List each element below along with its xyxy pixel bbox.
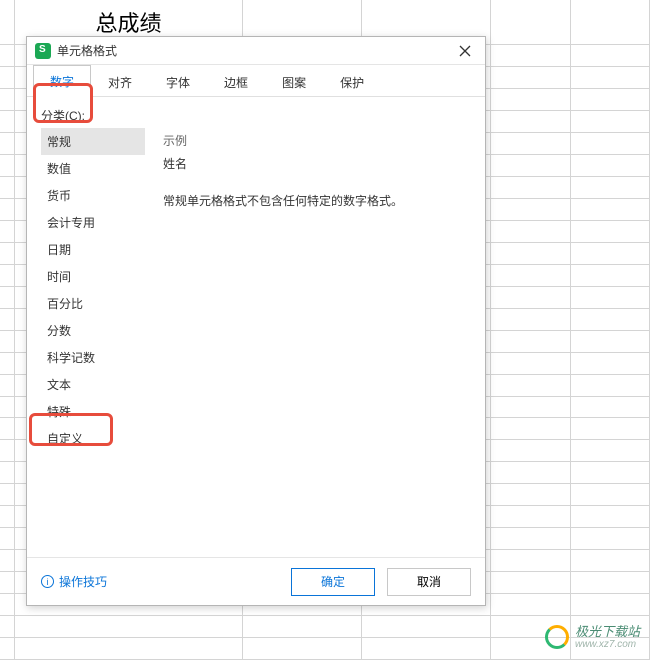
category-item-currency[interactable]: 货币 xyxy=(41,182,145,209)
cancel-button[interactable]: 取消 xyxy=(387,568,471,596)
tab-protect[interactable]: 保护 xyxy=(323,66,381,96)
tab-font[interactable]: 字体 xyxy=(149,66,207,96)
watermark: 极光下载站 www.xz7.com xyxy=(545,625,640,650)
preview-pane: 示例 姓名 常规单元格格式不包含任何特定的数字格式。 xyxy=(163,128,471,547)
format-description: 常规单元格格式不包含任何特定的数字格式。 xyxy=(163,192,471,209)
dialog-tabs: 数字 对齐 字体 边框 图案 保护 xyxy=(27,65,485,97)
category-item-special[interactable]: 特殊 xyxy=(41,398,145,425)
tips-link[interactable]: i 操作技巧 xyxy=(41,573,107,590)
sample-label: 示例 xyxy=(163,132,471,149)
category-item-percent[interactable]: 百分比 xyxy=(41,290,145,317)
watermark-logo-icon xyxy=(545,625,569,649)
sample-value: 姓名 xyxy=(163,155,471,172)
tab-border[interactable]: 边框 xyxy=(207,66,265,96)
category-item-general[interactable]: 常规 xyxy=(41,128,145,155)
category-item-scientific[interactable]: 科学记数 xyxy=(41,344,145,371)
tab-align[interactable]: 对齐 xyxy=(91,66,149,96)
tab-pattern[interactable]: 图案 xyxy=(265,66,323,96)
dialog-titlebar: 单元格格式 xyxy=(27,37,485,65)
ok-button[interactable]: 确定 xyxy=(291,568,375,596)
watermark-name: 极光下载站 xyxy=(575,625,640,639)
category-item-time[interactable]: 时间 xyxy=(41,263,145,290)
dialog-title: 单元格格式 xyxy=(57,42,453,59)
category-item-text[interactable]: 文本 xyxy=(41,371,145,398)
dialog-body: 分类(C): 常规 数值 货币 会计专用 日期 时间 百分比 分数 科学记数 文… xyxy=(27,97,485,557)
category-item-custom[interactable]: 自定义 xyxy=(41,425,145,452)
tab-number[interactable]: 数字 xyxy=(33,65,91,97)
dialog-footer: i 操作技巧 确定 取消 xyxy=(27,557,485,605)
info-icon: i xyxy=(41,575,54,588)
category-item-fraction[interactable]: 分数 xyxy=(41,317,145,344)
category-item-accounting[interactable]: 会计专用 xyxy=(41,209,145,236)
category-item-date[interactable]: 日期 xyxy=(41,236,145,263)
close-icon xyxy=(459,45,471,57)
category-item-number[interactable]: 数值 xyxy=(41,155,145,182)
watermark-url: www.xz7.com xyxy=(575,639,640,650)
cell-format-dialog: 单元格格式 数字 对齐 字体 边框 图案 保护 分类(C): 常规 数值 货币 … xyxy=(26,36,486,606)
app-icon xyxy=(35,43,51,59)
category-label: 分类(C): xyxy=(41,107,471,124)
close-button[interactable] xyxy=(453,39,477,63)
category-list[interactable]: 常规 数值 货币 会计专用 日期 时间 百分比 分数 科学记数 文本 特殊 自定… xyxy=(41,128,145,547)
tips-label: 操作技巧 xyxy=(59,573,107,590)
